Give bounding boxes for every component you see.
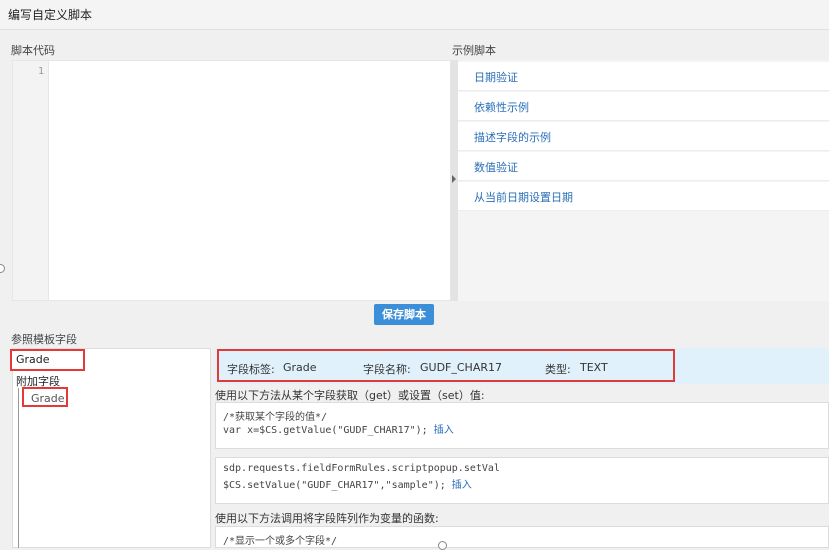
tree-node-grade[interactable]: Grade [22,387,68,407]
field-label-key: 字段标签: [227,363,275,376]
code-line: $CS.setValue("GUDF_CHAR17","sample"); [223,480,446,491]
sample-scripts-label: 示例脚本 [452,44,496,57]
show-fields-code-block: /*显示一个或多个字段*/ [215,526,829,548]
code-line: sdp.requests.fieldFormRules.scriptpopup.… [223,463,500,474]
collapse-arrow-icon[interactable] [452,175,456,183]
field-type-key: 类型: [545,363,571,376]
line-number: 1 [37,66,44,77]
panel-splitter[interactable] [451,60,458,301]
field-search-input[interactable]: Grade [10,349,85,371]
sample-dependency[interactable]: 依赖性示例 [458,92,829,121]
title-bar: 编写自定义脚本 [0,0,829,30]
sample-description-field[interactable]: 描述字段的示例 [458,122,829,151]
resize-handle-bottom[interactable] [438,541,447,550]
sample-scripts-list: 日期验证 依赖性示例 描述字段的示例 数值验证 从当前日期设置日期 [458,60,829,301]
script-code-label: 脚本代码 [11,44,55,57]
field-name-key: 字段名称: [363,363,411,376]
sample-number-validation[interactable]: 数值验证 [458,152,829,181]
field-type-value: TEXT [580,361,608,374]
page-title: 编写自定义脚本 [8,8,93,22]
tree-connector [18,388,19,548]
line-gutter: 1 [13,61,49,300]
resize-handle-left[interactable] [0,264,5,273]
code-comment: /*获取某个字段的值*/ [223,412,328,423]
field-label-value: Grade [283,361,317,374]
code-line: var x=$CS.getValue("GUDF_CHAR17"); [223,425,428,436]
get-set-description: 使用以下方法从某个字段获取（get）或设置（set）值: [215,389,485,402]
reference-fields-label: 参照模板字段 [11,333,77,346]
insert-set-link[interactable]: 插入 [452,480,472,491]
save-script-button[interactable]: 保存脚本 [374,304,434,325]
script-editor[interactable]: 1 [12,60,451,301]
field-name-value: GUDF_CHAR17 [420,361,502,374]
array-function-description: 使用以下方法调用将字段阵列作为变量的函数: [215,512,439,525]
insert-get-link[interactable]: 插入 [434,425,454,436]
get-value-code-block: /*获取某个字段的值*/ var x=$CS.getValue("GUDF_CH… [215,402,829,449]
code-comment: /*显示一个或多个字段*/ [223,536,338,547]
set-value-code-block: sdp.requests.fieldFormRules.scriptpopup.… [215,457,829,504]
sample-date-validation[interactable]: 日期验证 [458,62,829,91]
sample-set-date-from-current[interactable]: 从当前日期设置日期 [458,182,829,211]
